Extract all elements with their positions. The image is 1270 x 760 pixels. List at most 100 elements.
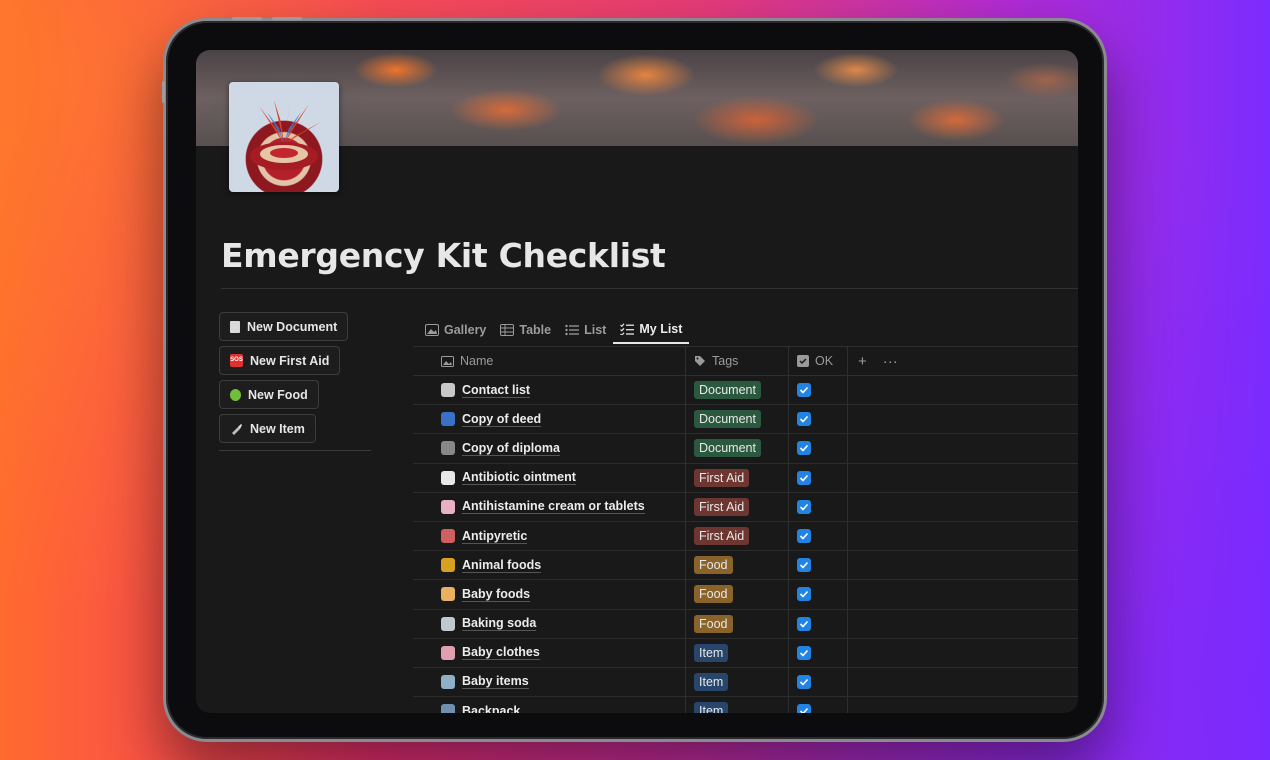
check-icon [799,503,809,511]
cell-tags[interactable]: First Aid [686,521,789,551]
hardware-button [232,17,262,20]
cell-name[interactable]: Animal foods [413,551,686,580]
cell-name[interactable]: Antibiotic ointment [413,463,686,492]
cell-tags[interactable]: Document [686,405,789,434]
ok-checkbox[interactable] [797,674,811,689]
row-name[interactable]: Baby clothes [462,645,540,661]
check-icon [799,474,809,482]
table-row[interactable]: Antipyretic First Aid [413,521,1078,552]
ok-checkbox[interactable] [797,645,811,660]
check-icon [799,620,809,628]
cell-name[interactable]: Antihistamine cream or tablets [413,492,686,521]
page-icon[interactable] [229,82,339,192]
cell-name[interactable]: Baby items [413,667,686,697]
table-row[interactable]: Antibiotic ointment First Aid [413,463,1078,493]
table-row[interactable]: Copy of deed Document [413,405,1078,435]
more-options-button[interactable]: ··· [883,353,898,370]
ok-checkbox[interactable] [797,412,811,427]
table-row[interactable]: Copy of diploma Document [413,434,1078,464]
row-name[interactable]: Copy of diploma [462,441,560,456]
table-row[interactable]: Backpack Item [413,697,1078,713]
cell-name[interactable]: Antipyretic [413,521,686,551]
new-food-button[interactable]: New Food [219,380,319,409]
tag-badge: First Aid [694,497,750,516]
new-first-aid-button[interactable]: SOS New First Aid [219,346,341,375]
tab-label: My List [639,322,683,336]
cell-tags[interactable]: Food [686,609,789,638]
table-row[interactable]: Baby items Item [413,667,1078,698]
check-icon [799,532,809,540]
tab-my-list[interactable]: My List [613,316,690,344]
table-row[interactable]: Animal foods Food [413,551,1078,581]
new-document-button[interactable]: New Document [219,312,349,341]
tag-badge: Document [694,410,761,429]
add-column-button[interactable]: + [858,353,867,370]
column-header-tags[interactable]: Tags [686,347,789,375]
cell-ok [789,697,848,713]
tab-list[interactable]: List [558,316,613,344]
cell-tags[interactable]: First Aid [686,463,789,492]
table-row[interactable]: Contact list Document [413,376,1078,406]
table-row[interactable]: Antihistamine cream or tablets First Aid [413,492,1078,522]
cell-name[interactable]: Copy of deed [413,405,686,434]
cell-name[interactable]: Contact list [413,376,686,405]
ok-checkbox[interactable] [797,499,811,514]
row-name[interactable]: Animal foods [462,558,542,573]
page-icon [441,674,455,689]
row-name[interactable]: Baby items [462,674,529,690]
document-icon [230,320,240,333]
page-title[interactable]: Emergency Kit Checklist [221,236,666,275]
cell-tags[interactable]: Food [686,551,789,580]
tag-badge: First Aid [694,468,750,487]
cell-tags[interactable]: Document [686,434,789,463]
gallery-icon [425,324,439,336]
ok-checkbox[interactable] [797,441,811,456]
check-icon [799,649,809,657]
tag-badge: Item [694,702,729,713]
row-name[interactable]: Backpack [462,704,520,713]
ok-checkbox[interactable] [797,470,811,485]
tab-gallery[interactable]: Gallery [418,316,493,344]
row-name[interactable]: Antihistamine cream or tablets [462,499,645,515]
ok-checkbox[interactable] [797,558,811,573]
cell-name[interactable]: Copy of diploma [413,434,686,463]
cell-name[interactable]: Baking soda [413,609,686,638]
button-label: New Item [250,421,305,436]
row-name[interactable]: Contact list [462,383,531,398]
page-icon [441,529,455,544]
new-item-button[interactable]: New Item [219,414,316,443]
tab-table[interactable]: Table [493,316,558,344]
ok-checkbox[interactable] [797,616,811,631]
cell-tags[interactable]: Item [686,697,789,713]
cell-tags[interactable]: First Aid [686,492,789,521]
cell-tags[interactable]: Item [686,638,789,667]
page-icon [441,470,455,485]
table-row[interactable]: Baby clothes Item [413,638,1078,668]
cell-ok [789,521,848,551]
cell-name[interactable]: Baby clothes [413,638,686,667]
row-name[interactable]: Baking soda [462,616,537,632]
column-header-ok[interactable]: OK [789,347,848,375]
cell-tags[interactable]: Document [686,376,789,405]
tag-badge: First Aid [694,527,750,546]
ok-checkbox[interactable] [797,529,811,544]
row-name[interactable]: Copy of deed [462,412,542,427]
check-icon [799,562,809,569]
row-name[interactable]: Antipyretic [462,529,528,544]
ok-checkbox[interactable] [797,704,811,713]
column-header-name[interactable]: Name [413,347,686,375]
row-name[interactable]: Baby foods [462,587,531,602]
cell-tags[interactable]: Item [686,667,789,697]
table-row[interactable]: Baby foods Food [413,580,1078,610]
image-icon [441,355,454,367]
ok-checkbox[interactable] [797,383,811,398]
cell-name[interactable]: Baby foods [413,580,686,609]
ok-checkbox[interactable] [797,587,811,602]
cell-tags[interactable]: Food [686,580,789,609]
tablet-frame: Emergency Kit Checklist New Document SOS… [162,17,1107,742]
page-icon [441,412,455,427]
list-icon [565,324,580,336]
row-name[interactable]: Antibiotic ointment [462,470,576,486]
table-row[interactable]: Baking soda Food [413,609,1078,639]
cell-name[interactable]: Backpack [413,697,686,713]
